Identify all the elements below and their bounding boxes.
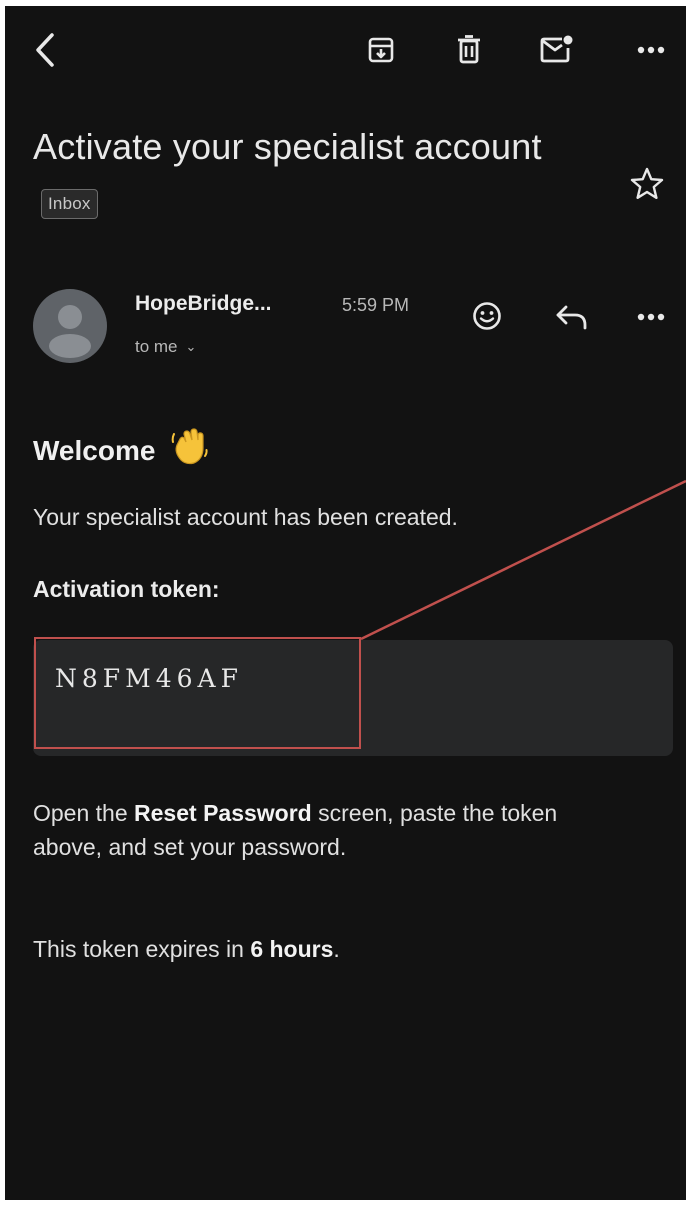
token-code-block[interactable]: N8FM46AF [33, 640, 673, 756]
star-button[interactable] [627, 164, 667, 204]
mark-unread-icon [540, 35, 573, 63]
inbox-label-chip[interactable]: Inbox [41, 189, 98, 220]
smiley-icon [473, 302, 501, 330]
star-icon [630, 167, 664, 199]
expiry-duration: 6 hours [250, 936, 334, 962]
email-screen: Activate your specialist account Inbox H… [5, 6, 686, 1200]
expiry-part-2: . [333, 936, 340, 962]
chevron-down-icon: ⌄ [185, 339, 197, 354]
waving-hand-icon [171, 426, 209, 473]
more-horizontal-icon [637, 46, 665, 54]
account-created-text: Your specialist account has been created… [33, 504, 458, 530]
token-value[interactable]: N8FM46AF [55, 664, 243, 693]
token-label: Activation token: [33, 576, 220, 602]
recipient-details[interactable]: to me ⌄ [135, 337, 196, 357]
archive-icon [368, 37, 394, 63]
back-button[interactable] [25, 28, 65, 72]
expiry-part-1: This token expires in [33, 936, 251, 962]
reply-button[interactable] [550, 298, 594, 336]
person-icon [49, 305, 91, 358]
reset-password-text: Reset Password [134, 800, 312, 826]
more-horizontal-icon [637, 313, 665, 321]
email-subject: Activate your specialist account Inbox [33, 118, 593, 234]
expiry-text: This token expires in 6 hours. [33, 936, 340, 963]
emoji-react-button[interactable] [467, 296, 507, 336]
message-more-button[interactable] [631, 302, 671, 332]
trash-icon [458, 35, 480, 64]
instructions-part-1: Open the [33, 800, 135, 826]
sender-name[interactable]: HopeBridge... [135, 292, 272, 316]
subject-text: Activate your specialist account [33, 126, 542, 167]
back-chevron-icon [36, 33, 54, 67]
archive-button[interactable] [361, 30, 401, 70]
recipient-text: to me [135, 337, 178, 356]
email-time: 5:59 PM [342, 295, 410, 315]
instructions-text: Open the Reset Password screen, paste th… [33, 796, 593, 864]
more-options-button[interactable] [631, 34, 671, 66]
welcome-text: Welcome [33, 435, 156, 466]
mark-unread-button[interactable] [535, 28, 579, 70]
welcome-heading: Welcome [33, 426, 209, 473]
reply-icon [556, 305, 587, 330]
delete-button[interactable] [449, 30, 489, 70]
sender-avatar[interactable] [33, 289, 107, 363]
